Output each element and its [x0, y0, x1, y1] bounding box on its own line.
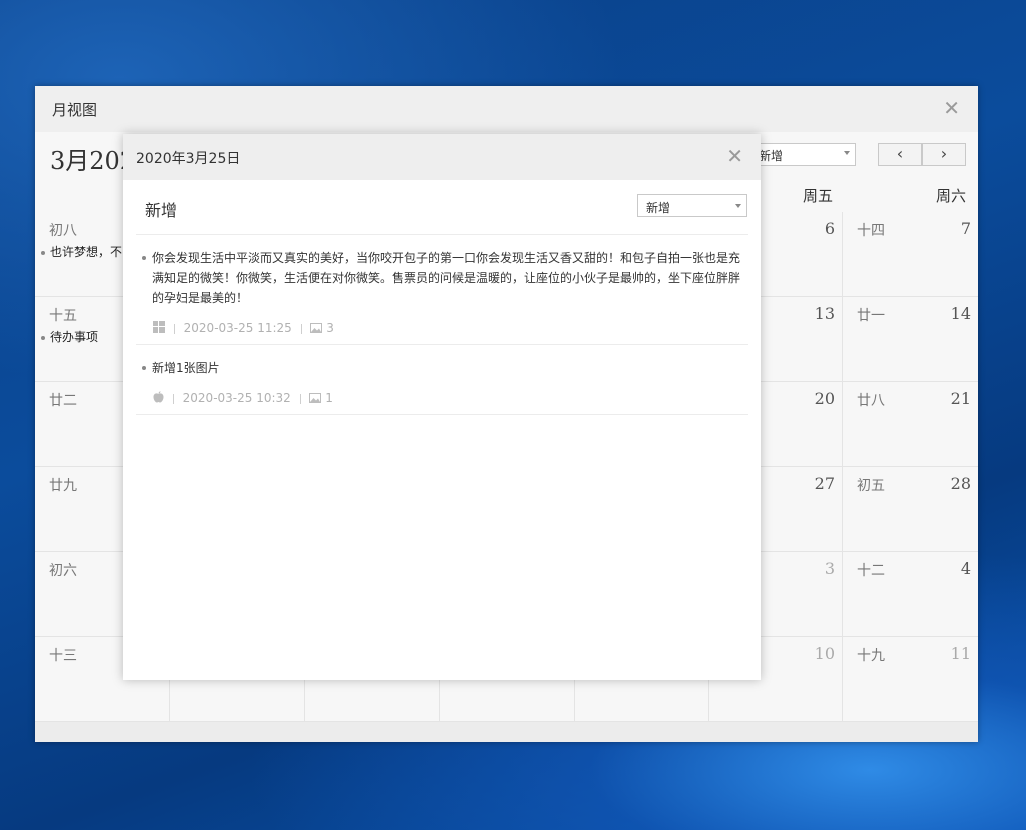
- window-footer: [35, 722, 978, 742]
- filter-select[interactable]: 新增: [754, 143, 856, 166]
- dialog-filter-value: 新增: [646, 201, 671, 215]
- day-number: 7: [960, 219, 971, 238]
- day-detail-dialog: 2020年3月25日 ✕ 新增 新增 你会发现生活中平淡而又真实的美好，当你咬开…: [123, 134, 761, 680]
- note-time: 2020-03-25 10:32: [182, 391, 291, 405]
- lunar-date: 廿一: [857, 308, 885, 324]
- lunar-date: 十九: [857, 648, 885, 664]
- separator: [173, 323, 175, 334]
- lunar-date: 十二: [857, 563, 885, 579]
- dialog-header: 2020年3月25日 ✕: [123, 134, 761, 180]
- calendar-cell[interactable]: 廿八 21: [843, 382, 978, 467]
- note-meta: 2020-03-25 10:32 1: [153, 390, 333, 406]
- prev-month-button[interactable]: ‹: [878, 143, 922, 166]
- lunar-date: 廿九: [49, 478, 77, 494]
- weekday-header-fri: 周五: [803, 187, 834, 205]
- lunar-date: 十五: [49, 308, 77, 324]
- calendar-cell[interactable]: 初五 28: [843, 467, 978, 552]
- separator: [300, 323, 302, 334]
- apple-icon: [153, 390, 164, 407]
- image-count: 3: [326, 321, 334, 335]
- divider: [136, 234, 748, 235]
- day-number: 14: [950, 304, 971, 323]
- lunar-date: 廿八: [857, 393, 885, 409]
- lunar-date: 初八: [49, 223, 77, 239]
- divider: [136, 344, 748, 345]
- note-meta: 2020-03-25 11:25 3: [153, 320, 334, 336]
- dialog-close-icon[interactable]: ✕: [726, 146, 743, 166]
- section-title: 新增: [145, 201, 178, 220]
- chevron-down-icon: [735, 204, 741, 208]
- calendar-cell[interactable]: 十二 4: [843, 552, 978, 637]
- image-count: 1: [325, 391, 333, 405]
- dialog-title: 2020年3月25日: [136, 151, 241, 167]
- calendar-cell[interactable]: 十九 11: [843, 637, 978, 722]
- window-title: 月视图: [52, 101, 98, 119]
- calendar-cell[interactable]: 廿一 14: [843, 297, 978, 382]
- calendar-cell[interactable]: 十四 7: [843, 212, 978, 297]
- note-text: 你会发现生活中平淡而又真实的美好，当你咬开包子的第一口你会发现生活又香又甜的！和…: [142, 248, 742, 308]
- image-icon: [309, 391, 322, 407]
- day-number: 6: [824, 219, 835, 238]
- dialog-filter-select[interactable]: 新增: [637, 194, 747, 217]
- chevron-down-icon: [844, 151, 850, 155]
- window-titlebar: 月视图 ✕: [35, 86, 978, 132]
- day-number: 11: [950, 644, 971, 663]
- filter-select-value: 新增: [759, 149, 784, 163]
- day-number: 27: [814, 474, 835, 493]
- note-item[interactable]: 新增1张图片: [142, 358, 742, 378]
- day-number: 4: [960, 559, 971, 578]
- weekday-header-sat: 周六: [936, 187, 967, 205]
- day-number: 13: [814, 304, 835, 323]
- image-icon: [310, 321, 323, 337]
- day-number: 20: [814, 389, 835, 408]
- lunar-date: 十三: [49, 648, 77, 664]
- day-number: 10: [814, 644, 835, 663]
- lunar-date: 十四: [857, 223, 885, 239]
- lunar-date: 廿二: [49, 393, 77, 409]
- separator: [299, 393, 301, 404]
- day-number: 3: [824, 559, 835, 578]
- window-close-icon[interactable]: ✕: [943, 98, 960, 118]
- lunar-date: 初六: [49, 563, 77, 579]
- divider: [136, 414, 748, 415]
- day-number: 21: [950, 389, 971, 408]
- separator: [172, 393, 174, 404]
- day-number: 28: [950, 474, 971, 493]
- note-item[interactable]: 你会发现生活中平淡而又真实的美好，当你咬开包子的第一口你会发现生活又香又甜的！和…: [142, 248, 742, 308]
- note-time: 2020-03-25 11:25: [183, 321, 292, 335]
- note-text: 新增1张图片: [142, 358, 742, 378]
- next-month-button[interactable]: ›: [922, 143, 966, 166]
- lunar-date: 初五: [857, 478, 885, 494]
- windows-icon: [153, 320, 165, 337]
